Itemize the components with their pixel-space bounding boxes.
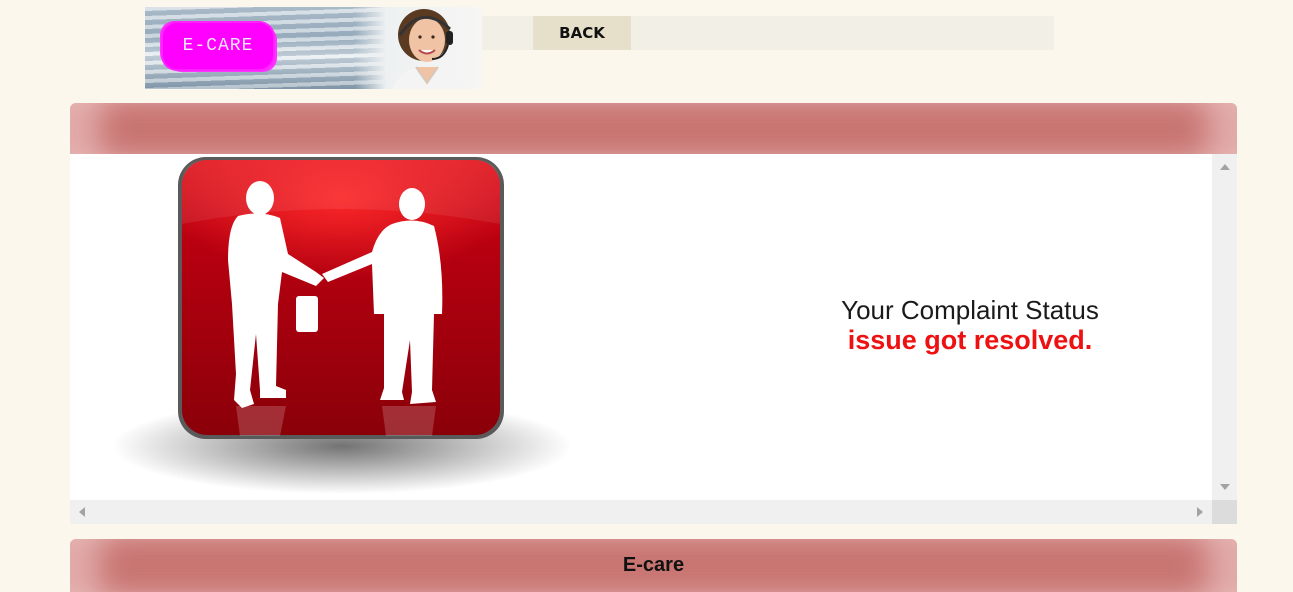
horizontal-scrollbar[interactable] [70, 500, 1212, 524]
handshake-icon [112, 157, 572, 494]
footer-text: E-care [622, 554, 685, 576]
complaint-status: Your Complaint Status issue got resolved… [770, 295, 1170, 355]
vertical-scrollbar[interactable] [1212, 154, 1237, 500]
back-button[interactable]: BACK [533, 16, 631, 50]
scrollbar-corner [1212, 500, 1237, 524]
status-label: Your Complaint Status [841, 295, 1099, 325]
footer-bar: E-care [70, 539, 1237, 592]
support-agent-image [392, 9, 468, 89]
scroll-right-arrow-icon[interactable] [1197, 507, 1203, 517]
header-banner: E-CARE [145, 7, 482, 89]
logo-badge: E-CARE [163, 23, 273, 69]
logo-text: E-CARE [182, 36, 254, 56]
content-frame[interactable]: Your Complaint Status issue got resolved… [70, 154, 1237, 524]
status-value: issue got resolved. [847, 325, 1093, 355]
scroll-left-arrow-icon[interactable] [79, 507, 85, 517]
content-header-bar [70, 103, 1237, 154]
scroll-up-arrow-icon[interactable] [1220, 164, 1230, 170]
top-nav-bar: BACK [482, 16, 1054, 50]
scroll-down-arrow-icon[interactable] [1220, 484, 1230, 490]
